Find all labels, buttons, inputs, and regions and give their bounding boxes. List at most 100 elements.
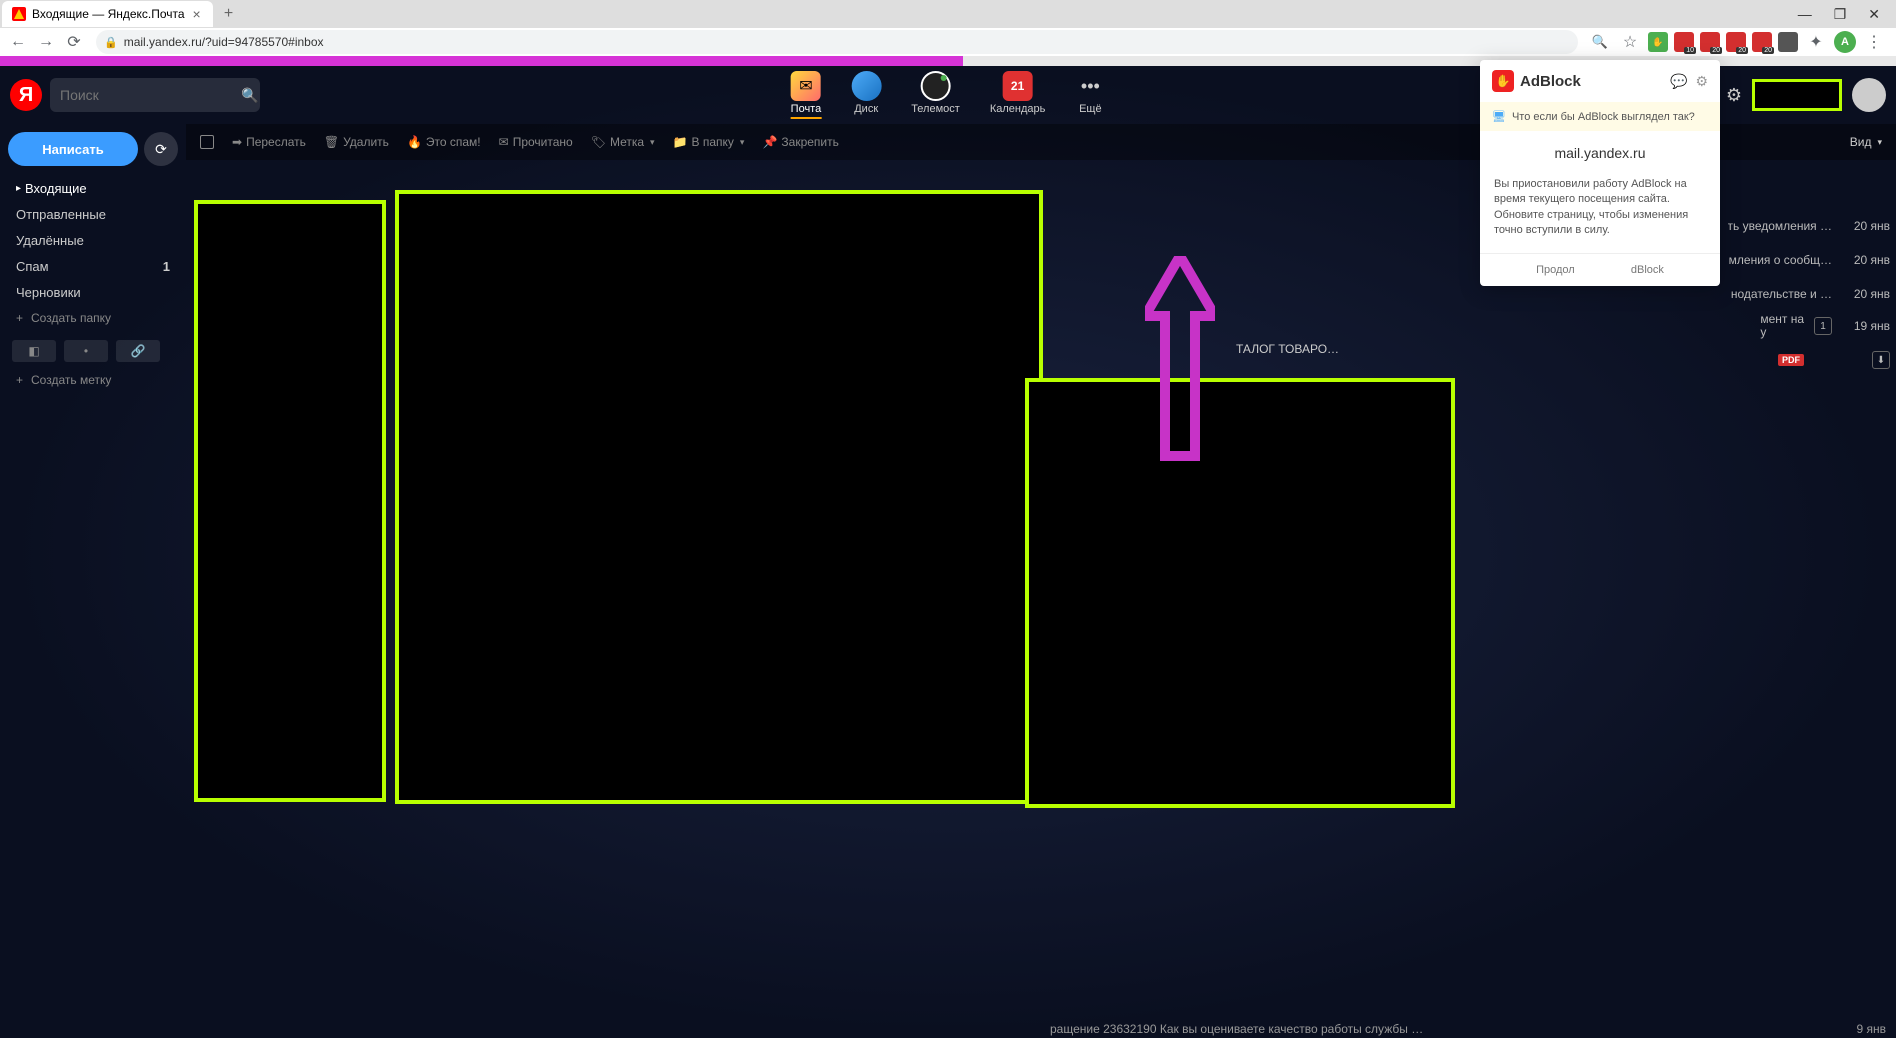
adblock-title: AdBlock (1520, 73, 1581, 90)
tab-strip: Входящие — Яндекс.Почта × + — ❐ ✕ (0, 0, 1896, 28)
redaction-block (1025, 378, 1455, 808)
thread-count-badge: 1 (1814, 317, 1832, 335)
adblock-domain: mail.yandex.ru (1480, 131, 1720, 169)
mark-read-button[interactable]: ✉Прочитано (499, 135, 573, 149)
trash-icon: 🗑 (324, 135, 339, 149)
close-tab-icon[interactable]: × (191, 8, 203, 20)
adblock-ext-icon[interactable]: ✋ (1648, 32, 1668, 52)
message-row[interactable]: ть уведомления … 20 янв (1728, 210, 1891, 242)
plus-icon: + (16, 373, 23, 387)
pin-button[interactable]: 📌Закрепить (762, 135, 838, 149)
view-toggle[interactable]: Вид (1850, 135, 1882, 149)
user-name-redacted[interactable] (1752, 79, 1842, 111)
maximize-button[interactable]: ❐ (1834, 6, 1847, 23)
reload-button[interactable]: ⟳ (62, 30, 86, 54)
forward-icon: ➡ (232, 135, 242, 149)
service-disk[interactable]: Диск (851, 71, 881, 119)
tab-title: Входящие — Яндекс.Почта (32, 7, 185, 21)
adblock-popup: ✋ AdBlock 💬 ⚙ 🖥 Что если бы AdBlock выгл… (1480, 60, 1720, 286)
search-input[interactable] (60, 87, 241, 103)
yandex-logo-icon[interactable]: Я (10, 79, 42, 111)
ext-icon-3[interactable]: 20 (1726, 32, 1746, 52)
profile-avatar[interactable]: A (1834, 31, 1856, 53)
pdf-badge: PDF (1778, 354, 1804, 366)
forward-button[interactable]: → (34, 30, 58, 54)
browser-chrome: Входящие — Яндекс.Почта × + — ❐ ✕ ← → ⟳ … (0, 0, 1896, 56)
adblock-promo[interactable]: 🖥 Что если бы AdBlock выглядел так? (1480, 102, 1720, 131)
services-nav: ✉ Почта Диск Телемост 21 Календарь ••• Е… (791, 71, 1106, 119)
url-text: mail.yandex.ru/?uid=94785570#inbox (124, 35, 324, 49)
delete-button[interactable]: 🗑Удалить (324, 135, 389, 149)
back-button[interactable]: ← (6, 30, 30, 54)
adblock-footer[interactable]: Продол dBlock (1480, 253, 1720, 286)
move-folder-dropdown[interactable]: 📁В папку (673, 135, 745, 149)
label-swatch-1[interactable]: ◧ (12, 340, 56, 362)
zoom-icon[interactable]: 🔍 (1588, 30, 1612, 54)
folder-drafts[interactable]: Черновики (8, 280, 178, 304)
annotation-arrow-icon (1145, 256, 1215, 466)
service-mail[interactable]: ✉ Почта (791, 71, 822, 119)
flame-icon: 🔥 (407, 135, 422, 149)
redaction-block (194, 200, 386, 802)
label-swatch-2[interactable]: • (64, 340, 108, 362)
adblock-body-text: Вы приостановили работу AdBlock на время… (1480, 169, 1720, 253)
folder-sent[interactable]: Отправленные (8, 202, 178, 226)
ext-icon-2[interactable]: 20 (1700, 32, 1720, 52)
extensions-puzzle-icon[interactable]: ✦ (1804, 30, 1828, 54)
message-row[interactable]: мления о сообщ… 20 янв (1729, 244, 1890, 276)
address-bar: ← → ⟳ 🔒 mail.yandex.ru/?uid=94785570#inb… (0, 28, 1896, 56)
close-window-button[interactable]: ✕ (1868, 6, 1880, 23)
folder-deleted[interactable]: Удалённые (8, 228, 178, 252)
forward-button[interactable]: ➡Переслать (232, 135, 306, 149)
disk-icon (851, 71, 881, 101)
adblock-chat-icon[interactable]: 💬 (1670, 73, 1687, 90)
service-telemost[interactable]: Телемост (911, 71, 960, 119)
message-attachment-row[interactable]: PDF ⬇ (1778, 344, 1890, 376)
monitor-icon: 🖥 (1492, 110, 1506, 123)
bottom-message-date: 9 янв (1856, 1022, 1886, 1036)
minimize-button[interactable]: — (1798, 6, 1812, 23)
browser-tab[interactable]: Входящие — Яндекс.Почта × (2, 1, 213, 27)
label-dropdown[interactable]: 🏷Метка (591, 135, 655, 149)
service-calendar[interactable]: 21 Календарь (990, 71, 1046, 119)
create-label-button[interactable]: +Создать метку (8, 368, 178, 392)
ext-icon-1[interactable]: 10 (1674, 32, 1694, 52)
folder-inbox[interactable]: Входящие (8, 176, 178, 200)
select-all-checkbox[interactable] (200, 135, 214, 149)
highlight-bar (0, 56, 963, 66)
spam-button[interactable]: 🔥Это спам! (407, 135, 481, 149)
menu-dots-icon[interactable]: ⋮ (1862, 30, 1886, 54)
compose-button[interactable]: Написать (8, 132, 138, 166)
folder-spam[interactable]: Спам1 (8, 254, 178, 278)
create-folder-button[interactable]: +Создать папку (8, 306, 178, 330)
adblock-gear-icon[interactable]: ⚙ (1695, 73, 1708, 90)
message-row[interactable]: мент на у 1 19 янв (1760, 310, 1890, 342)
user-avatar[interactable] (1852, 78, 1886, 112)
service-more[interactable]: ••• Ещё (1075, 71, 1105, 119)
new-tab-button[interactable]: + (217, 2, 241, 26)
search-icon[interactable]: 🔍 (241, 87, 258, 104)
telemost-icon (921, 71, 951, 101)
refresh-button[interactable]: ⟳ (144, 132, 178, 166)
envelope-icon: ✉ (499, 135, 509, 149)
bottom-message-preview: ращение 23632190 Как вы оцениваете качес… (1050, 1022, 1423, 1036)
favicon-icon (12, 7, 26, 21)
download-icon[interactable]: ⬇ (1872, 351, 1890, 369)
adblock-header: ✋ AdBlock 💬 ⚙ (1480, 60, 1720, 102)
catalog-label: ТАЛОГ ТОВАРО… (1236, 342, 1339, 356)
bookmark-star-icon[interactable]: ☆ (1618, 30, 1642, 54)
ext-icon-4[interactable]: 20 (1752, 32, 1772, 52)
label-swatch-3[interactable]: 🔗 (116, 340, 160, 362)
label-swatches: ◧ • 🔗 (8, 336, 178, 366)
extension-icons: 🔍 ☆ ✋ 10 20 20 20 ✦ A ⋮ (1588, 30, 1890, 54)
more-dots-icon: ••• (1075, 71, 1105, 101)
url-field[interactable]: 🔒 mail.yandex.ru/?uid=94785570#inbox (96, 30, 1578, 54)
settings-gear-icon[interactable]: ⚙ (1726, 85, 1742, 106)
ext-icon-5[interactable] (1778, 32, 1798, 52)
message-row[interactable]: нодательстве и … 20 янв (1731, 278, 1890, 310)
pin-icon: 📌 (762, 135, 777, 149)
tag-icon: 🏷 (591, 135, 606, 149)
lock-icon: 🔒 (104, 36, 118, 49)
search-box[interactable]: 🔍 (50, 78, 260, 112)
redaction-block (395, 190, 1043, 804)
